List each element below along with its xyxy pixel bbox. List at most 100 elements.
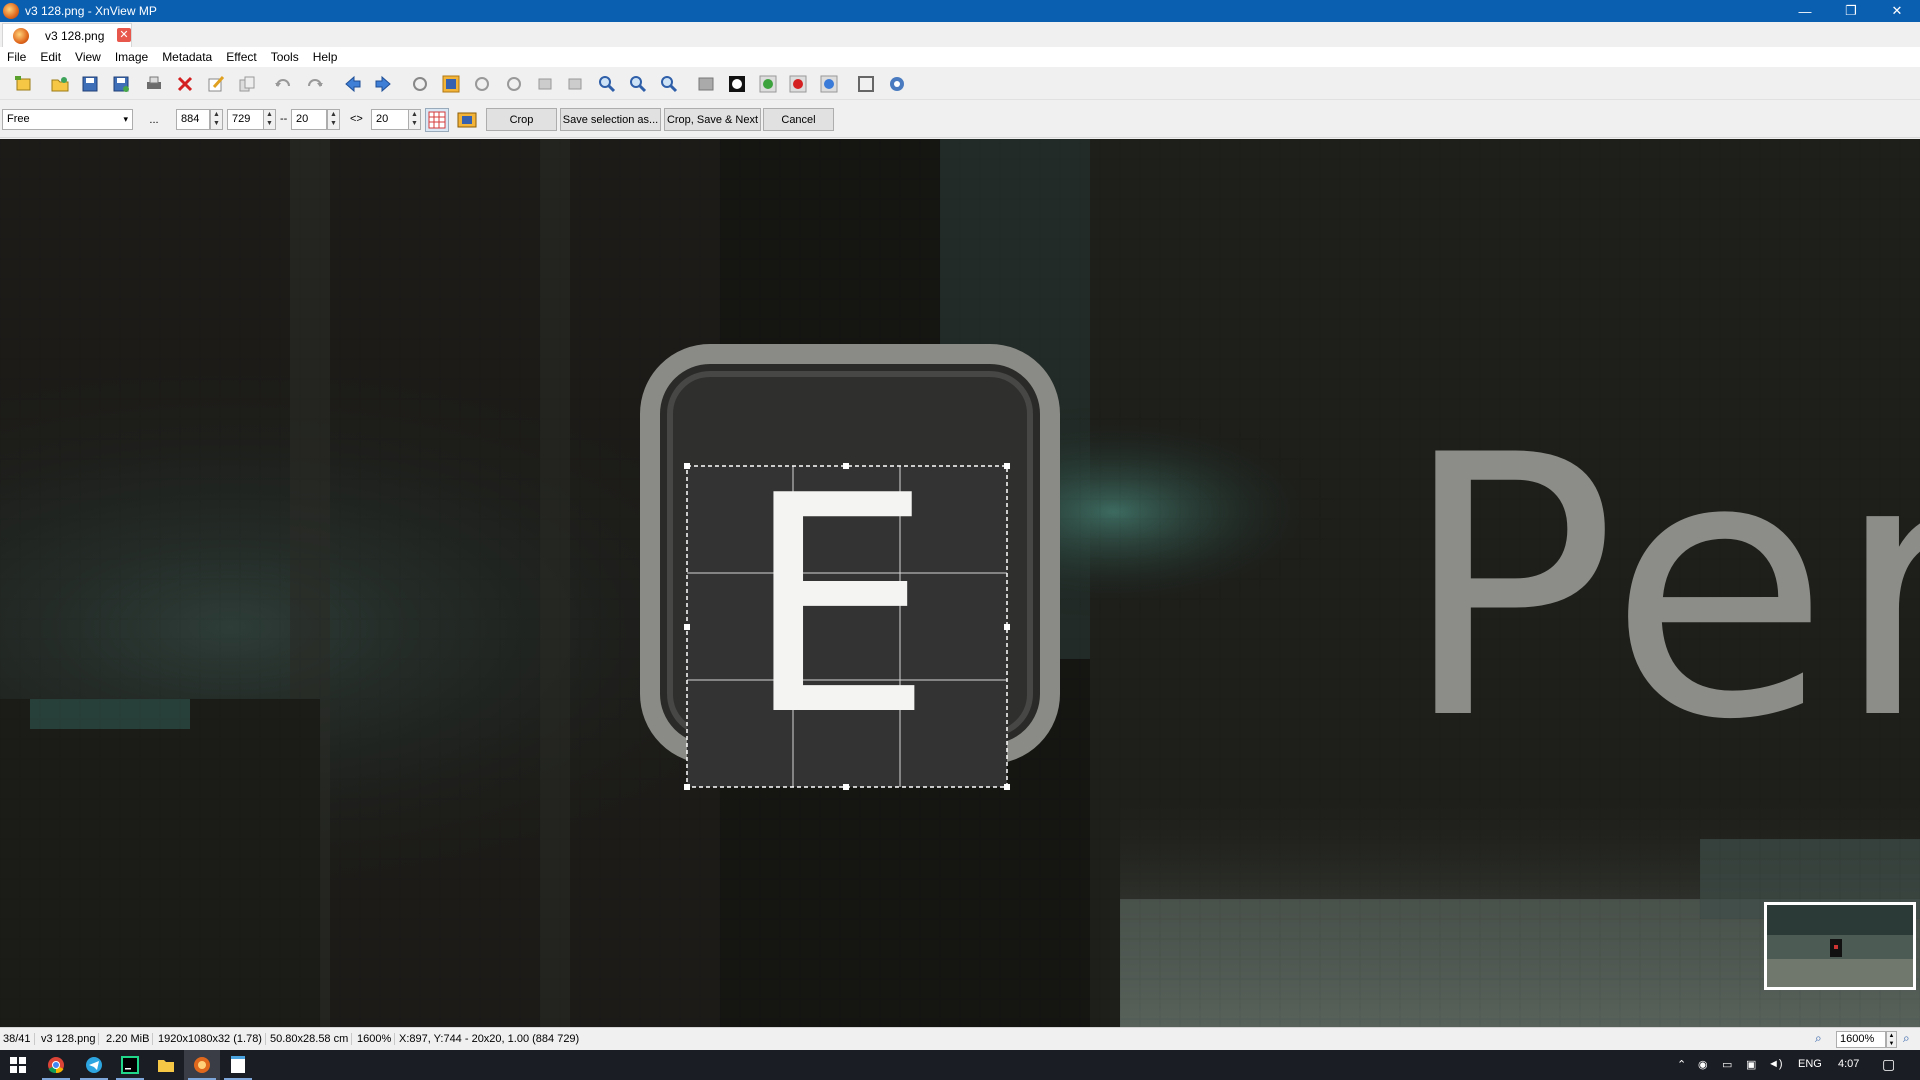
zoom-in-icon[interactable] <box>596 74 618 94</box>
network-icon[interactable]: ▣ <box>1746 1058 1756 1071</box>
tab-label: v3 128.png <box>45 28 105 43</box>
rotate-3d-icon[interactable] <box>534 74 556 94</box>
crop-save-next-button[interactable]: Crop, Save & Next <box>664 108 761 131</box>
ratio-select[interactable]: Free ▾ <box>2 109 133 130</box>
zoom-input[interactable]: 1600% <box>1836 1031 1886 1048</box>
telegram-icon[interactable] <box>76 1050 112 1080</box>
more-ratios-button[interactable]: ... <box>141 108 167 131</box>
tab-image[interactable]: v3 128.png ✕ <box>2 23 132 47</box>
main-toolbar <box>0 67 1920 100</box>
grid-toggle-icon[interactable] <box>425 108 449 132</box>
width-input[interactable]: 884 <box>176 109 210 130</box>
volume-icon[interactable]: ◄) <box>1768 1058 1783 1070</box>
height-stepper[interactable]: ▲ ▼ <box>263 109 276 130</box>
notepad-icon[interactable] <box>220 1050 256 1080</box>
title-bar: v3 128.png - XnView MP — ❐ ✕ <box>0 0 1920 22</box>
status-print-size: 50.80x28.58 cm <box>267 1033 353 1045</box>
minimize-button[interactable]: — <box>1782 0 1828 22</box>
rotate-left-icon[interactable] <box>471 74 493 94</box>
size-h-input[interactable]: 20 <box>371 109 411 130</box>
menu-file[interactable]: File <box>0 50 33 64</box>
crop-bar: Free ▾ ... 884 ▲ ▼ 729 ▲ ▼ -- 20 ▲ ▼ <> 20 … <box>0 101 1920 138</box>
adjust-icon[interactable] <box>695 74 717 94</box>
menu-metadata[interactable]: Metadata <box>155 50 219 64</box>
menu-tools[interactable]: Tools <box>264 50 306 64</box>
zoomed-text: Per <box>1400 379 1920 798</box>
rotate-right-icon[interactable] <box>503 74 525 94</box>
window-title: v3 128.png - XnView MP <box>25 4 157 18</box>
zoom-small-icon: ⌕ <box>1815 1031 1822 1045</box>
refresh-icon[interactable] <box>409 74 431 94</box>
tray-chevron-up-icon[interactable]: ⌃ <box>1677 1058 1686 1071</box>
levels-icon[interactable] <box>726 74 748 94</box>
next-icon[interactable] <box>372 74 394 94</box>
undo-icon[interactable] <box>272 74 294 94</box>
save-icon[interactable] <box>79 74 101 94</box>
edit-icon[interactable] <box>205 74 227 94</box>
settings-icon[interactable] <box>886 74 908 94</box>
xnview-app-icon <box>3 3 19 19</box>
save-as-icon[interactable] <box>110 74 132 94</box>
save-selection-button[interactable]: Save selection as... <box>560 108 661 131</box>
notifications-icon[interactable]: ▢ <box>1882 1056 1895 1073</box>
size-separator: -- <box>280 113 288 125</box>
status-index: 38/41 <box>0 1033 35 1045</box>
status-filesize: 2.20 MiB <box>103 1033 154 1045</box>
height-input[interactable]: 729 <box>227 109 266 130</box>
restore-button[interactable]: ❐ <box>1828 0 1874 22</box>
redo-icon[interactable] <box>304 74 326 94</box>
close-window-button[interactable]: ✕ <box>1874 0 1920 22</box>
xnview-icon[interactable] <box>184 1050 220 1080</box>
windows-start-icon[interactable] <box>0 1050 36 1080</box>
menu-bar: File Edit View Image Metadata Effect Too… <box>0 47 1920 67</box>
red-eye-icon[interactable] <box>787 74 809 94</box>
size-h-stepper[interactable]: ▲ ▼ <box>408 109 421 130</box>
clock[interactable]: 4:07 <box>1838 1058 1859 1070</box>
zoomed-letter: E <box>744 432 934 781</box>
open-folder-icon[interactable] <box>49 74 71 94</box>
pycharm-icon[interactable] <box>112 1050 148 1080</box>
crop-options-icon[interactable] <box>455 108 479 132</box>
fullscreen-icon[interactable] <box>855 74 877 94</box>
size-w-stepper[interactable]: ▲ ▼ <box>327 109 340 130</box>
color-green-icon[interactable] <box>757 74 779 94</box>
chevron-down-icon: ▾ <box>123 114 128 124</box>
tray-device-icon[interactable]: ▭ <box>1722 1058 1732 1071</box>
menu-view[interactable]: View <box>68 50 108 64</box>
crop-icon[interactable] <box>440 74 462 94</box>
delete-icon[interactable] <box>174 74 196 94</box>
zoom-out-icon[interactable] <box>627 74 649 94</box>
ratio-select-value: Free <box>7 113 30 125</box>
status-zoom: 1600% <box>354 1033 396 1045</box>
menu-edit[interactable]: Edit <box>33 50 68 64</box>
xnview-tab-icon <box>13 27 29 44</box>
previous-icon[interactable] <box>342 74 364 94</box>
width-stepper[interactable]: ▲ ▼ <box>210 109 223 130</box>
status-position: X:897, Y:744 - 20x20, 1.00 (884 729) <box>399 1033 580 1045</box>
language-indicator[interactable]: ENG <box>1798 1058 1822 1070</box>
crop-button[interactable]: Crop <box>486 108 557 131</box>
image-canvas[interactable]: E Per <box>0 139 1920 1027</box>
size-w-input[interactable]: 20 <box>291 109 327 130</box>
cancel-button[interactable]: Cancel <box>763 108 834 131</box>
browser-icon[interactable] <box>13 74 35 94</box>
status-filename: v3 128.png <box>38 1033 100 1045</box>
copy-icon[interactable] <box>236 74 258 94</box>
close-tab-icon[interactable]: ✕ <box>117 28 131 42</box>
menu-image[interactable]: Image <box>108 50 155 64</box>
zoom-stepper[interactable]: ▲ ▼ <box>1886 1031 1897 1048</box>
print-icon[interactable] <box>143 74 165 94</box>
swap-button[interactable]: <> <box>350 113 363 125</box>
tab-bar: v3 128.png ✕ <box>0 22 1920 47</box>
zoom-fit-icon[interactable] <box>658 74 680 94</box>
menu-effect[interactable]: Effect <box>219 50 263 64</box>
file-explorer-icon[interactable] <box>148 1050 184 1080</box>
taskbar: ⌃ ◉ ▭ ▣ ◄) ENG 4:07 ▢ <box>0 1050 1920 1080</box>
flip-icon[interactable] <box>564 74 586 94</box>
tray-discord-icon[interactable]: ◉ <box>1698 1058 1708 1071</box>
zoom-out-small-icon[interactable]: ⌕ <box>1903 1031 1910 1046</box>
status-bar: 38/41 v3 128.png 2.20 MiB 1920x1080x32 (… <box>0 1027 1920 1050</box>
color-blue-icon[interactable] <box>818 74 840 94</box>
chrome-icon[interactable] <box>38 1050 74 1080</box>
menu-help[interactable]: Help <box>306 50 345 64</box>
